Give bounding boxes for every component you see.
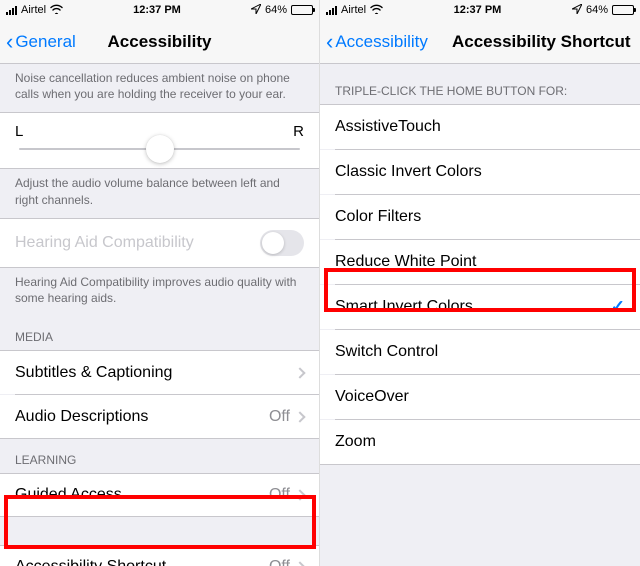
shortcut-option[interactable]: Reduce White Point [320, 240, 640, 284]
guided-access-cell[interactable]: Guided Access Off [0, 473, 319, 517]
nav-bar: ‹ Accessibility Accessibility Shortcut [320, 20, 640, 64]
location-icon [251, 4, 261, 17]
guided-label: Guided Access [15, 486, 122, 504]
carrier-label: Airtel [21, 4, 46, 16]
shortcut-option[interactable]: AssistiveTouch [320, 105, 640, 149]
hearing-aid-cell: Hearing Aid Compatibility [0, 218, 319, 268]
status-time: 12:37 PM [454, 4, 502, 16]
back-label: General [15, 32, 75, 52]
status-bar: Airtel 12:37 PM 64% [320, 0, 640, 20]
slider-thumb[interactable] [146, 135, 174, 163]
audio-desc-value: Off [269, 408, 290, 426]
chevron-right-icon [294, 489, 305, 500]
balance-slider-row: L R [0, 112, 319, 169]
chevron-right-icon [294, 411, 305, 422]
nav-bar: ‹ General Accessibility [0, 20, 319, 64]
triple-click-header: TRIPLE-CLICK THE HOME BUTTON FOR: [320, 64, 640, 104]
audio-desc-cell[interactable]: Audio Descriptions Off [0, 395, 319, 439]
shortcut-option[interactable]: Switch Control [320, 330, 640, 374]
checkmark-icon: ✓ [611, 297, 625, 317]
shortcut-option[interactable]: VoiceOver [320, 375, 640, 419]
guided-value: Off [269, 486, 290, 504]
option-label: AssistiveTouch [335, 118, 441, 136]
shortcut-options-list: AssistiveTouch Classic Invert Colors Color… [320, 104, 640, 465]
chevron-right-icon [294, 367, 305, 378]
hearing-aid-label: Hearing Aid Compatibility [15, 234, 194, 252]
chevron-right-icon [294, 561, 305, 566]
option-label: Switch Control [335, 343, 438, 361]
hearing-aid-switch [260, 230, 304, 256]
shortcut-label: Accessibility Shortcut [15, 558, 166, 566]
chevron-left-icon: ‹ [6, 31, 13, 53]
back-button[interactable]: ‹ Accessibility [320, 31, 428, 53]
right-screen: Airtel 12:37 PM 64% ‹ Accessibility Acce… [320, 0, 640, 566]
location-icon [572, 4, 582, 17]
option-label: Reduce White Point [335, 253, 476, 271]
battery-pct: 64% [586, 4, 608, 16]
status-bar: Airtel 12:37 PM 64% [0, 0, 319, 20]
option-label: Zoom [335, 433, 376, 451]
subtitles-cell[interactable]: Subtitles & Captioning [0, 350, 319, 394]
wifi-icon [370, 4, 383, 17]
signal-icon [6, 6, 17, 15]
signal-icon [326, 6, 337, 15]
battery-icon [291, 5, 313, 15]
shortcut-option[interactable]: Smart Invert Colors ✓ [320, 285, 640, 329]
shortcut-option[interactable]: Classic Invert Colors [320, 150, 640, 194]
audio-desc-label: Audio Descriptions [15, 408, 148, 426]
battery-icon [612, 5, 634, 15]
carrier-label: Airtel [341, 4, 366, 16]
left-screen: Airtel 12:37 PM 64% ‹ General Accessibil… [0, 0, 320, 566]
battery-pct: 64% [265, 4, 287, 16]
chevron-left-icon: ‹ [326, 31, 333, 53]
subtitles-label: Subtitles & Captioning [15, 364, 172, 382]
wifi-icon [50, 4, 63, 17]
hearing-footer: Hearing Aid Compatibility improves audio… [0, 268, 319, 316]
balance-left-label: L [15, 123, 23, 140]
status-time: 12:37 PM [133, 4, 181, 16]
accessibility-shortcut-cell[interactable]: Accessibility Shortcut Off [0, 545, 319, 566]
back-label: Accessibility [335, 32, 428, 52]
shortcut-option[interactable]: Zoom [320, 420, 640, 464]
balance-slider[interactable] [19, 148, 300, 150]
option-label: VoiceOver [335, 388, 409, 406]
shortcut-value: Off [269, 558, 290, 566]
balance-footer: Adjust the audio volume balance between … [0, 169, 319, 217]
noise-cancel-footer: Noise cancellation reduces ambient noise… [0, 64, 319, 112]
option-label: Classic Invert Colors [335, 163, 482, 181]
learning-header: LEARNING [0, 439, 319, 473]
option-label: Smart Invert Colors [335, 298, 473, 316]
balance-right-label: R [293, 123, 304, 140]
back-button[interactable]: ‹ General [0, 31, 76, 53]
media-header: MEDIA [0, 316, 319, 350]
option-label: Color Filters [335, 208, 421, 226]
shortcut-option[interactable]: Color Filters [320, 195, 640, 239]
